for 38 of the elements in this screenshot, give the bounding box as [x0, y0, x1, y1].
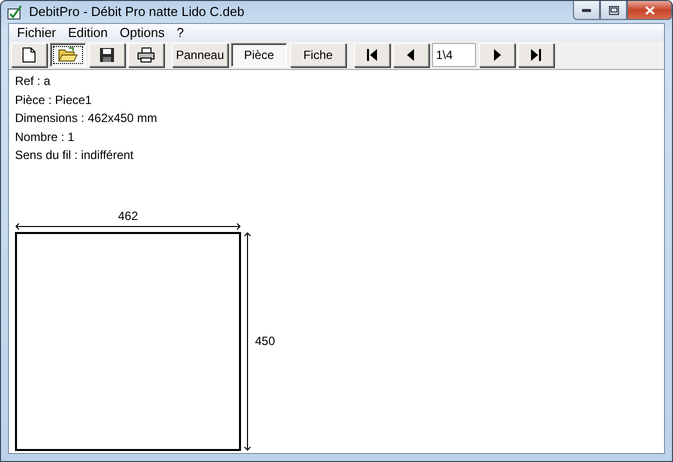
previous-icon: [407, 48, 415, 61]
info-line: Dimensions : 462x450 mm: [15, 110, 158, 128]
close-button[interactable]: [627, 1, 672, 20]
width-label: 462: [118, 208, 138, 223]
window-title: DebitPro - Débit Pro natte Lido C.deb: [29, 4, 246, 20]
restore-icon: [608, 6, 618, 14]
app-icon: [7, 4, 23, 20]
document-button[interactable]: [11, 42, 47, 67]
minimize-icon: [582, 8, 591, 12]
menu-item[interactable]: Options: [114, 24, 171, 40]
view-tab[interactable]: Panneau: [172, 42, 228, 67]
menu-item[interactable]: ?: [170, 24, 190, 40]
minimize-button[interactable]: [573, 1, 600, 20]
skip-first-icon: [366, 48, 378, 61]
maximize-button[interactable]: [600, 1, 627, 20]
printer-button[interactable]: [128, 42, 164, 67]
skip-first-button[interactable]: [354, 42, 390, 67]
floppy-disk-button[interactable]: [89, 42, 125, 67]
folder-icon: [58, 46, 78, 63]
document-icon: [22, 46, 36, 63]
next-button[interactable]: [479, 42, 515, 67]
menu-item[interactable]: Edition: [62, 24, 114, 40]
info-line: Pièce : Piece1: [15, 92, 93, 109]
close-icon: [644, 6, 654, 14]
height-label: 450: [255, 334, 276, 348]
skip-last-button[interactable]: [518, 42, 554, 67]
skip-last-icon: [530, 48, 542, 61]
view-tab[interactable]: Fiche: [290, 42, 346, 67]
printer-icon: [137, 46, 155, 63]
previous-button[interactable]: [393, 42, 429, 67]
info-line: Nombre : 1: [15, 128, 76, 146]
info-line: Sens du fil : indifférent: [15, 147, 135, 164]
page-field[interactable]: 1\4: [432, 42, 476, 67]
menu-item[interactable]: Fichier: [11, 24, 62, 40]
folder-button[interactable]: [50, 42, 86, 67]
info-line: Ref : a: [15, 72, 52, 90]
next-icon: [493, 48, 501, 61]
view-tab[interactable]: Pièce: [231, 42, 287, 67]
